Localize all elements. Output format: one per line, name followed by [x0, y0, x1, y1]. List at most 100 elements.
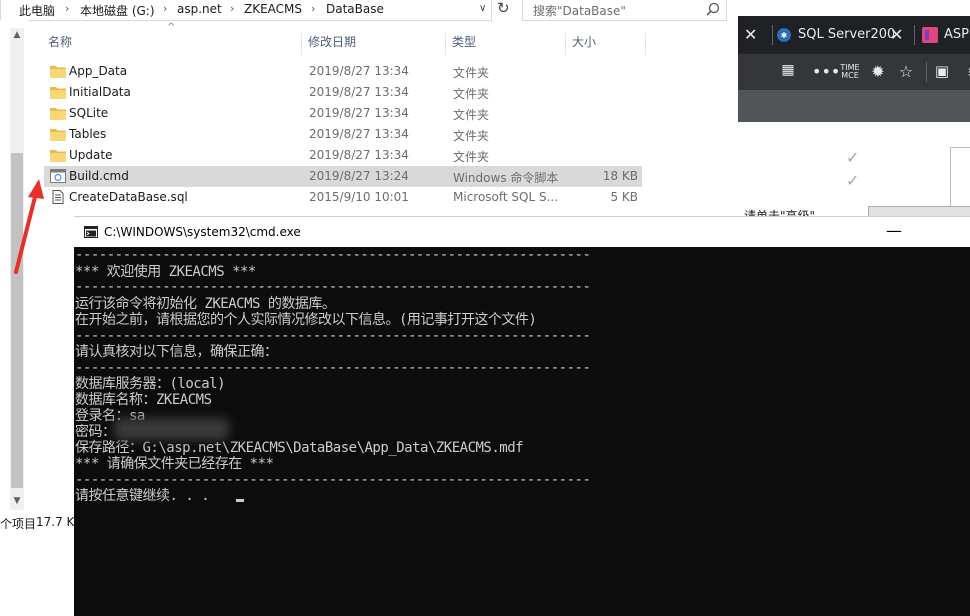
- screenshot-icon[interactable]: ▣: [932, 62, 952, 80]
- console-cursor: [236, 499, 244, 502]
- breadcrumb-separator-icon[interactable]: ›: [230, 2, 234, 15]
- sql-server-favicon-icon: ✱: [777, 28, 791, 42]
- minimize-icon[interactable]: —: [884, 221, 904, 240]
- file-date: 2019/8/27 13:34: [309, 148, 409, 162]
- search-input[interactable]: 搜索"DataBase": [522, 0, 727, 21]
- file-date: 2019/8/27 13:24: [309, 169, 409, 183]
- tab-close-icon[interactable]: ✕: [744, 16, 757, 54]
- asp-favicon-icon: [922, 27, 938, 43]
- cmd-title-bar[interactable]: C:\WINDOWS\system32\cmd.exe —: [74, 216, 970, 248]
- redaction-blur: [114, 418, 229, 440]
- console-line: ----------------------------------------…: [75, 247, 591, 263]
- file-name: Update: [69, 148, 113, 162]
- bug-extension-icon[interactable]: ✹: [868, 62, 888, 81]
- address-dropdown-icon[interactable]: ∨: [479, 3, 486, 14]
- scroll-down-icon[interactable]: ▼: [10, 494, 24, 508]
- sort-ascending-icon: ^: [167, 22, 176, 33]
- console-line: 在开始之前，请根据您的个人实际情况修改以下信息。(用记事打开这个文件): [75, 312, 537, 328]
- file-date: 2015/9/10 10:01: [309, 190, 409, 204]
- check-icon: ✓: [846, 148, 860, 167]
- status-size: 17.7 K: [36, 515, 75, 529]
- file-type: Microsoft SQL S...: [453, 190, 559, 204]
- more-icon[interactable]: •••: [812, 62, 840, 81]
- folder-icon: [50, 87, 66, 99]
- red-arrow-annotation: [14, 179, 44, 274]
- column-header-name[interactable]: 名称: [44, 33, 302, 55]
- column-header-size[interactable]: 大小: [568, 33, 646, 55]
- file-row[interactable]: SQLite 2019/8/27 13:34 文件夹: [44, 103, 642, 124]
- console-line: 数据库名称：ZKEACMS: [75, 392, 212, 408]
- page-panel: [950, 147, 970, 209]
- file-date: 2019/8/27 13:34: [309, 127, 409, 141]
- file-date: 2019/8/27 13:34: [309, 85, 409, 99]
- folder-icon: [50, 129, 66, 141]
- file-name: App_Data: [69, 64, 128, 78]
- browser-content-header: [738, 90, 970, 122]
- folder-icon: [50, 108, 66, 120]
- file-row[interactable]: Update 2019/8/27 13:34 文件夹: [44, 145, 642, 166]
- console-line: 请认真核对以下信息，确保正确：: [75, 344, 278, 360]
- qr-code-icon[interactable]: ▦: [778, 62, 798, 78]
- folder-icon: [50, 66, 66, 78]
- tab-asp[interactable]: ASP: [944, 16, 970, 54]
- file-type: 文件夹: [453, 108, 490, 122]
- console-line: 密码：: [75, 424, 116, 440]
- file-name: Build.cmd: [69, 169, 129, 183]
- tab-sql-server[interactable]: SQL Server2008: [798, 16, 894, 54]
- file-type: 文件夹: [453, 87, 490, 101]
- breadcrumb-asp-net[interactable]: asp.net: [177, 2, 222, 16]
- tab-divider: [772, 25, 773, 45]
- console-line: ----------------------------------------…: [75, 472, 591, 488]
- console-line: ----------------------------------------…: [75, 328, 591, 344]
- bookmark-star-icon[interactable]: ☆: [896, 62, 916, 81]
- time-mce-extension-icon[interactable]: TIME MCE: [840, 64, 860, 80]
- toolbar-divider: [926, 62, 927, 82]
- file-name: InitialData: [69, 85, 131, 99]
- file-row[interactable]: Build.cmd 2019/8/27 13:24 Windows 命令脚本 18 K…: [44, 166, 642, 187]
- console-line: 请按任意键继续. . .: [75, 488, 218, 504]
- cmd-console-output[interactable]: ----------------------------------------…: [74, 247, 970, 616]
- file-size: 18 KB: [602, 169, 638, 183]
- status-bar: 个项目 17.7 K: [0, 512, 76, 532]
- check-icon: ✓: [846, 171, 860, 190]
- file-type: 文件夹: [453, 129, 490, 143]
- breadcrumb-separator-icon[interactable]: ›: [311, 2, 315, 15]
- file-type: Windows 命令脚本: [453, 171, 559, 185]
- file-type: 文件夹: [453, 150, 490, 164]
- file-row[interactable]: Tables 2019/8/27 13:34 文件夹: [44, 124, 642, 145]
- cmd-window: C:\WINDOWS\system32\cmd.exe — ----------…: [74, 216, 970, 616]
- file-date: 2019/8/27 13:34: [309, 106, 409, 120]
- browser-tab-strip: ✕ ✱ SQL Server2008 ✕ ASP: [738, 16, 970, 54]
- refresh-icon[interactable]: ↻: [497, 0, 510, 17]
- scroll-up-icon[interactable]: ▲: [10, 28, 24, 42]
- console-line: ----------------------------------------…: [75, 360, 591, 376]
- breadcrumb-zkeacms[interactable]: ZKEACMS: [244, 2, 302, 16]
- breadcrumb-separator-icon[interactable]: ›: [163, 2, 167, 15]
- column-header-type[interactable]: 类型: [448, 33, 566, 55]
- console-line: 保存路径：G:\asp.net\ZKEACMS\DataBase\App_Dat…: [75, 440, 524, 456]
- column-header-date[interactable]: 修改日期: [304, 33, 446, 55]
- tab-close-icon[interactable]: ✕: [890, 16, 903, 54]
- file-name: Tables: [69, 127, 107, 141]
- file-name: CreateDataBase.sql: [69, 190, 188, 204]
- file-row[interactable]: InitialData 2019/8/27 13:34 文件夹: [44, 82, 642, 103]
- breadcrumb-local-disk[interactable]: 本地磁盘 (G:): [80, 2, 155, 19]
- cmd-file-icon: [50, 169, 66, 183]
- console-line: ----------------------------------------…: [75, 279, 591, 295]
- file-row[interactable]: App_Data 2019/8/27 13:34 文件夹: [44, 61, 642, 82]
- folder-icon: [50, 150, 66, 162]
- menu-icon[interactable]: ≡: [964, 62, 970, 81]
- file-name: SQLite: [69, 106, 109, 120]
- address-bar[interactable]: 此电脑 › 本地磁盘 (G:) › asp.net › ZKEACMS › Da…: [0, 0, 492, 21]
- file-row[interactable]: CreateDataBase.sql 2015/9/10 10:01 Microso…: [44, 187, 642, 208]
- cmd-app-icon: [84, 226, 98, 238]
- search-icon[interactable]: [705, 1, 721, 17]
- breadcrumb-database[interactable]: DataBase: [326, 2, 384, 16]
- breadcrumb-separator-icon[interactable]: ›: [65, 2, 69, 15]
- status-item-count: 个项目: [0, 517, 37, 531]
- breadcrumb-this-pc[interactable]: 此电脑: [19, 2, 55, 19]
- console-line: 数据库服务器：(local): [75, 376, 226, 392]
- sql-file-icon: [52, 190, 64, 204]
- search-placeholder: 搜索"DataBase": [533, 4, 626, 18]
- file-date: 2019/8/27 13:34: [309, 64, 409, 78]
